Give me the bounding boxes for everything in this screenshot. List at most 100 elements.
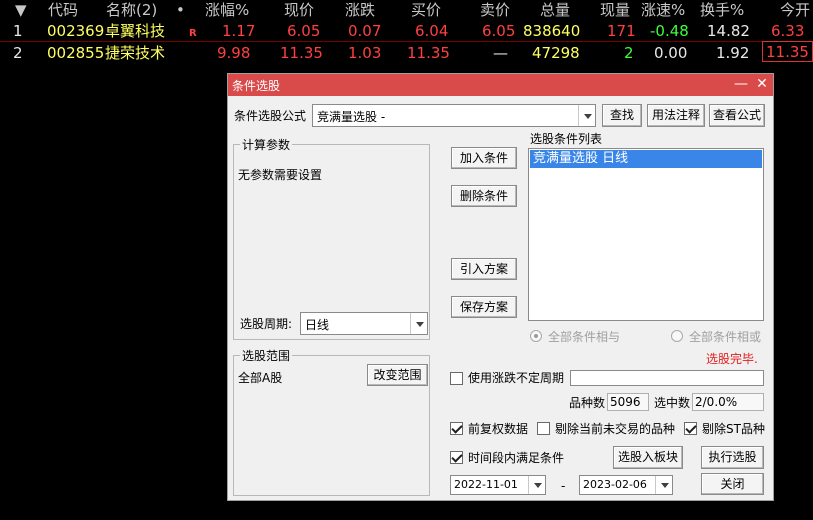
stock-code: 002855 <box>47 44 105 62</box>
condition-stock-picker-dialog[interactable]: 条件选股 — ✕ 条件选股公式 竞满量选股 - 查找 用法注释 查看公式 计算参… <box>227 73 774 501</box>
period-value: 日线 <box>305 318 330 332</box>
date-separator: - <box>561 479 566 493</box>
close-icon[interactable]: ✕ <box>754 76 770 92</box>
price: 11.35 <box>280 44 323 62</box>
period-select[interactable]: 日线 <box>300 312 428 335</box>
save-scheme-button[interactable]: 保存方案 <box>451 296 517 318</box>
date-to-value: 2023-02-06 <box>583 478 647 491</box>
import-scheme-button[interactable]: 引入方案 <box>451 258 517 280</box>
use-period-checkbox[interactable] <box>450 372 463 385</box>
view-formula-button[interactable]: 查看公式 <box>709 104 765 127</box>
header-dot[interactable]: • <box>176 0 185 20</box>
formula-label: 条件选股公式 <box>234 109 307 123</box>
period-input[interactable] <box>570 370 764 386</box>
use-period-label[interactable]: 使用涨跌不定周期 <box>468 370 564 386</box>
header-speed[interactable]: 涨速% <box>641 0 685 20</box>
count-value: 5096 <box>610 395 641 409</box>
add-condition-button[interactable]: 加入条件 <box>451 147 517 169</box>
dialog-titlebar[interactable]: 条件选股 — ✕ <box>228 74 773 96</box>
chevron-down-icon[interactable] <box>578 105 595 126</box>
exclude-untraded-label[interactable]: 剔除当前未交易的品种 <box>555 421 675 437</box>
row-index: 2 <box>13 44 23 62</box>
find-button[interactable]: 查找 <box>602 104 642 127</box>
header-ask[interactable]: 卖价 <box>480 0 510 20</box>
radio-and-label[interactable]: 全部条件相与 <box>548 329 620 345</box>
formula-value: 竞满量选股 - <box>317 110 386 124</box>
change-pct: 1.17 <box>222 22 256 40</box>
price: 6.05 <box>287 22 321 40</box>
chevron-down-icon[interactable] <box>410 313 427 334</box>
formula-select[interactable]: 竞满量选股 - <box>312 104 596 127</box>
turnover: 14.82 <box>707 22 750 40</box>
change-range-button[interactable]: 改变范围 <box>367 364 428 386</box>
fq-label[interactable]: 前复权数据 <box>468 421 528 437</box>
execute-button[interactable]: 执行选股 <box>701 446 764 469</box>
radio-or[interactable] <box>671 330 683 342</box>
change: 1.03 <box>348 44 382 62</box>
radio-and[interactable] <box>530 330 542 342</box>
cur-vol: 2 <box>624 44 634 62</box>
header-open[interactable]: 今开 <box>780 0 810 20</box>
radio-or-label[interactable]: 全部条件相或 <box>689 329 761 345</box>
sort-indicator-icon[interactable]: ▼ <box>15 0 27 20</box>
params-group-title: 计算参数 <box>240 137 293 153</box>
count-label: 品种数 <box>569 396 606 410</box>
count-field: 5096 <box>607 393 649 411</box>
row-index: 1 <box>13 22 23 40</box>
volume: 47298 <box>532 44 580 62</box>
header-turnover[interactable]: 换手% <box>700 0 744 20</box>
selected-field: 2/0.0% <box>692 393 764 411</box>
header-cur-vol[interactable]: 现量 <box>600 0 630 20</box>
open: 6.33 <box>771 22 805 40</box>
list-item[interactable]: 竞满量选股 日线 <box>530 150 762 168</box>
fq-checkbox[interactable] <box>450 422 463 435</box>
header-name[interactable]: 名称(2) <box>106 0 157 20</box>
condition-list[interactable]: 竞满量选股 日线 <box>528 148 764 321</box>
no-params-text: 无参数需要设置 <box>238 168 323 182</box>
condition-list-title: 选股条件列表 <box>530 132 603 146</box>
date-to-picker[interactable]: 2023-02-06 <box>579 475 673 495</box>
status-text: 选股完毕. <box>706 352 758 366</box>
timespan-checkbox[interactable] <box>450 451 463 464</box>
date-from-picker[interactable]: 2022-11-01 <box>450 475 546 495</box>
bid: 11.35 <box>407 44 450 62</box>
speed: -0.48 <box>650 22 689 40</box>
add-to-block-button[interactable]: 选股入板块 <box>613 446 683 469</box>
open: 11.35 <box>762 41 813 62</box>
header-code[interactable]: 代码 <box>48 0 78 20</box>
usage-notes-button[interactable]: 用法注释 <box>647 104 705 127</box>
stock-code: 002369 <box>47 22 105 40</box>
selected-value: 2/0.0% <box>695 395 738 409</box>
header-price[interactable]: 现价 <box>284 0 314 20</box>
range-group-title: 选股范围 <box>240 348 293 364</box>
header-change[interactable]: 涨跌 <box>345 0 375 20</box>
exclude-st-label[interactable]: 剔除ST品种 <box>702 421 765 437</box>
dialog-title: 条件选股 <box>232 79 281 93</box>
header-bid[interactable]: 买价 <box>411 0 441 20</box>
period-label: 选股周期: <box>240 317 293 331</box>
header-change-pct[interactable]: 涨幅% <box>205 0 249 20</box>
header-volume[interactable]: 总量 <box>540 0 570 20</box>
stock-name: 卓翼科技 <box>105 22 166 40</box>
exclude-untraded-checkbox[interactable] <box>537 422 550 435</box>
chevron-down-icon[interactable] <box>528 476 545 494</box>
chevron-down-icon[interactable] <box>655 476 672 494</box>
ask: — <box>493 44 508 62</box>
timespan-label[interactable]: 时间段内满足条件 <box>468 450 564 466</box>
speed: 0.00 <box>654 44 688 62</box>
minimize-icon[interactable]: — <box>733 76 749 92</box>
ask: 6.05 <box>482 22 516 40</box>
cur-vol: 171 <box>607 22 636 40</box>
turnover: 1.92 <box>716 44 750 62</box>
row-separator <box>0 41 813 42</box>
change-pct: 9.98 <box>217 44 251 62</box>
close-button[interactable]: 关闭 <box>701 473 764 495</box>
delete-condition-button[interactable]: 删除条件 <box>451 185 517 207</box>
range-value: 全部A股 <box>238 371 283 385</box>
volume: 838640 <box>523 22 581 40</box>
date-from-value: 2022-11-01 <box>454 478 518 491</box>
change: 0.07 <box>348 22 382 40</box>
bid: 6.04 <box>415 22 449 40</box>
selected-label: 选中数 <box>654 396 691 410</box>
exclude-st-checkbox[interactable] <box>684 422 697 435</box>
